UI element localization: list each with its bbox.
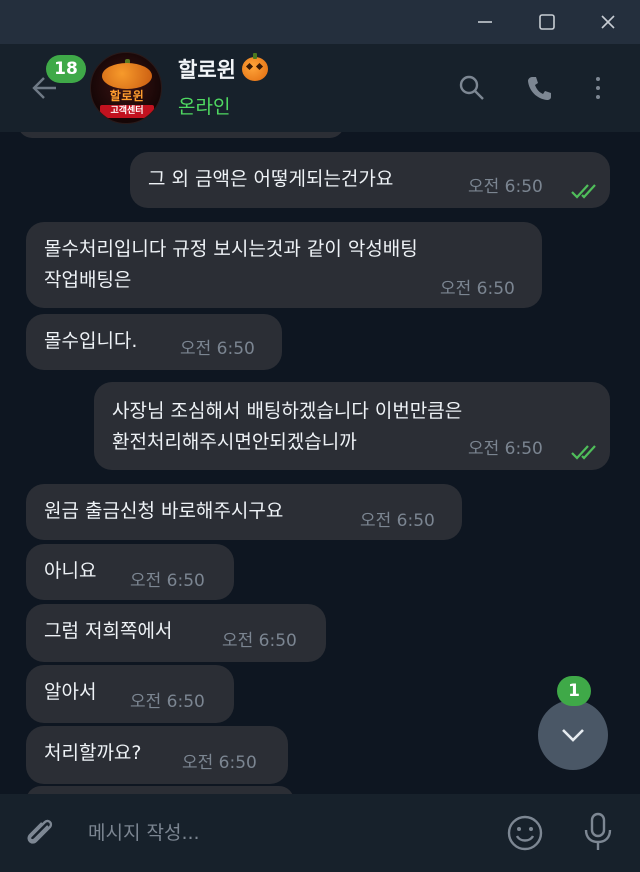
message-bubble-partial	[18, 132, 344, 138]
message-time: 오전 6:50	[440, 279, 515, 299]
message-time: 오전 6:50	[468, 439, 543, 459]
message-time: 오전 6:50	[130, 692, 205, 712]
message-text: 아니요	[44, 560, 97, 582]
chevron-down-icon	[562, 729, 584, 742]
minimize-icon[interactable]	[462, 0, 508, 44]
chat-status: 온라인	[178, 96, 231, 118]
search-icon[interactable]	[452, 68, 492, 108]
message-time: 오전 6:50	[468, 177, 543, 197]
close-icon[interactable]	[585, 0, 631, 44]
message-bubble-incoming[interactable]: 아니요 오전 6:50	[26, 544, 234, 600]
message-time: 오전 6:50	[182, 753, 257, 773]
message-time: 오전 6:50	[360, 511, 435, 531]
avatar-logo-text: 할로윈	[109, 89, 145, 103]
message-input[interactable]	[88, 816, 468, 850]
avatar-logo-subtext: 고객센터	[100, 105, 154, 118]
message-composer	[0, 794, 640, 872]
chat-header: 18 할로윈 고객센터 할로윈 온라인	[0, 44, 640, 132]
message-text: 그럼 저희쪽에서	[44, 620, 173, 642]
scroll-to-bottom-button[interactable]	[538, 700, 608, 770]
message-text: 원금 출금신청 바로해주시구요	[44, 500, 284, 522]
unread-count-badge: 18	[46, 55, 86, 83]
message-bubble-incoming[interactable]: 몰수처리입니다 규정 보시는것과 같이 악성배팅 작업배팅은 오전 6:50	[26, 222, 542, 308]
paperclip-icon[interactable]	[20, 812, 62, 854]
message-bubble-outgoing[interactable]: 그 외 금액은 어떻게되는건가요 오전 6:50	[130, 152, 610, 208]
message-bubble-incoming[interactable]: 원금 출금신청 바로해주시구요 오전 6:50	[26, 484, 462, 540]
message-bubble-outgoing[interactable]: 사장님 조심해서 배팅하겠습니다 이번만큼은 환전처리해주시면안되겠습니까 오전…	[94, 382, 610, 470]
pumpkin-icon	[241, 53, 268, 81]
message-text: 처리할까요?	[44, 742, 142, 764]
message-text: 사장님 조심해서 배팅하겠습니다 이번만큼은 환전처리해주시면안되겠습니까	[112, 400, 463, 453]
phone-icon[interactable]	[520, 68, 560, 108]
microphone-icon[interactable]	[576, 808, 620, 856]
chat-title[interactable]: 할로윈	[178, 53, 268, 84]
message-text: 몰수입니다.	[44, 330, 138, 352]
avatar[interactable]: 할로윈 고객센터	[90, 52, 162, 124]
message-list[interactable]: 그 외 금액은 어떻게되는건가요 오전 6:50 몰수처리입니다 규정 보시는것…	[0, 132, 640, 794]
read-checkmarks-icon	[570, 178, 602, 199]
message-time: 오전 6:50	[222, 631, 297, 651]
message-bubble-partial	[26, 786, 294, 794]
maximize-icon[interactable]	[524, 0, 570, 44]
message-text: 그 외 금액은 어떻게되는건가요	[148, 168, 394, 190]
message-bubble-incoming[interactable]: 알아서 오전 6:50	[26, 665, 234, 723]
window-titlebar	[0, 0, 640, 44]
message-bubble-incoming[interactable]: 그럼 저희쪽에서 오전 6:50	[26, 604, 326, 662]
chat-title-text: 할로윈	[178, 58, 236, 82]
message-bubble-incoming[interactable]: 몰수입니다. 오전 6:50	[26, 314, 282, 370]
new-messages-badge: 1	[557, 676, 591, 706]
message-time: 오전 6:50	[130, 571, 205, 591]
message-bubble-incoming[interactable]: 처리할까요? 오전 6:50	[26, 726, 288, 784]
message-time: 오전 6:50	[180, 339, 255, 359]
avatar-pumpkin-icon	[102, 63, 152, 89]
emoji-icon[interactable]	[503, 811, 547, 855]
read-checkmarks-icon	[570, 439, 602, 460]
message-text: 몰수처리입니다 규정 보시는것과 같이 악성배팅 작업배팅은	[44, 238, 418, 291]
more-vertical-icon[interactable]	[578, 68, 618, 108]
message-text: 알아서	[44, 681, 97, 703]
